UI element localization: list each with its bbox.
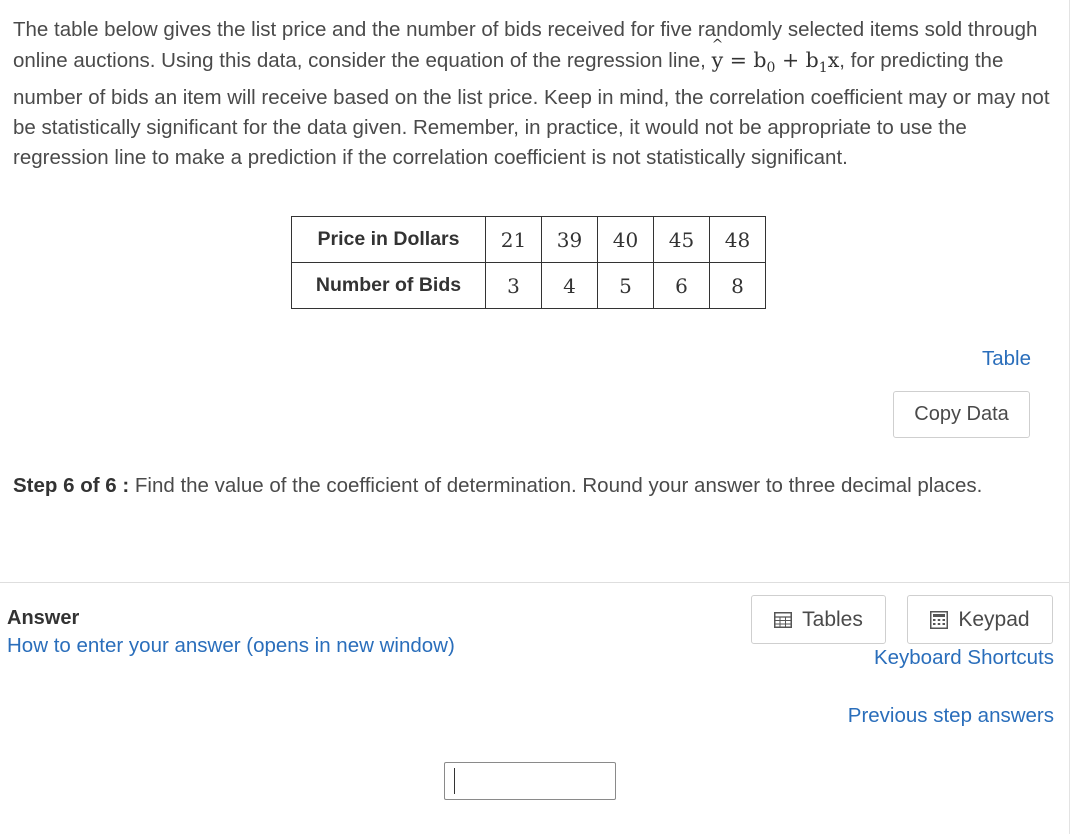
right-divider	[1069, 0, 1070, 834]
keypad-icon	[930, 610, 949, 629]
table-cell: 6	[653, 262, 710, 309]
copy-data-button[interactable]: Copy Data	[893, 391, 1030, 438]
tables-button[interactable]: Tables	[751, 595, 886, 644]
table-cell: 21	[485, 216, 542, 263]
table-row: Number of Bids 3 4 5 6 8	[291, 262, 766, 309]
equals-sign: =	[723, 48, 754, 72]
plus-sign: +	[775, 48, 806, 72]
previous-step-answers-link[interactable]: Previous step answers	[848, 704, 1054, 728]
hat-mark: ^	[711, 37, 724, 53]
answer-input[interactable]	[444, 762, 616, 800]
tables-button-label: Tables	[802, 607, 863, 631]
section-divider	[0, 582, 1069, 583]
keyboard-shortcuts-link[interactable]: Keyboard Shortcuts	[874, 646, 1054, 670]
keypad-button-label: Keypad	[958, 607, 1030, 631]
step-label: Step 6 of 6 :	[13, 474, 130, 497]
table-cell: 8	[709, 262, 766, 309]
b1: b	[805, 48, 819, 72]
step-instructions: Step 6 of 6 : Find the value of the coef…	[13, 471, 1033, 501]
data-table: Price in Dollars 21 39 40 45 48 Number o…	[291, 216, 766, 309]
b0: b	[753, 48, 767, 72]
problem-statement: The table below gives the list price and…	[13, 15, 1053, 173]
table-link[interactable]: Table	[982, 347, 1031, 371]
row-header-price: Price in Dollars	[291, 216, 486, 263]
table-cell: 40	[597, 216, 654, 263]
how-to-enter-answer-link[interactable]: How to enter your answer (opens in new w…	[7, 634, 455, 658]
table-row: Price in Dollars 21 39 40 45 48	[291, 216, 766, 263]
table-cell: 45	[653, 216, 710, 263]
text-caret	[454, 768, 455, 794]
row-header-bids: Number of Bids	[291, 262, 486, 309]
x-variable: x	[827, 48, 840, 72]
table-grid-icon	[774, 611, 793, 628]
table-cell: 48	[709, 216, 766, 263]
b1-subscript: 1	[818, 60, 828, 77]
table-cell: 4	[541, 262, 598, 309]
table-cell: 5	[597, 262, 654, 309]
step-text: Find the value of the coefficient of det…	[129, 474, 983, 497]
answer-label: Answer	[7, 607, 80, 629]
regression-equation: ^ y = b0 + b1x	[712, 37, 840, 76]
table-cell: 39	[541, 216, 598, 263]
table-cell: 3	[485, 262, 542, 309]
keypad-button[interactable]: Keypad	[907, 595, 1053, 644]
